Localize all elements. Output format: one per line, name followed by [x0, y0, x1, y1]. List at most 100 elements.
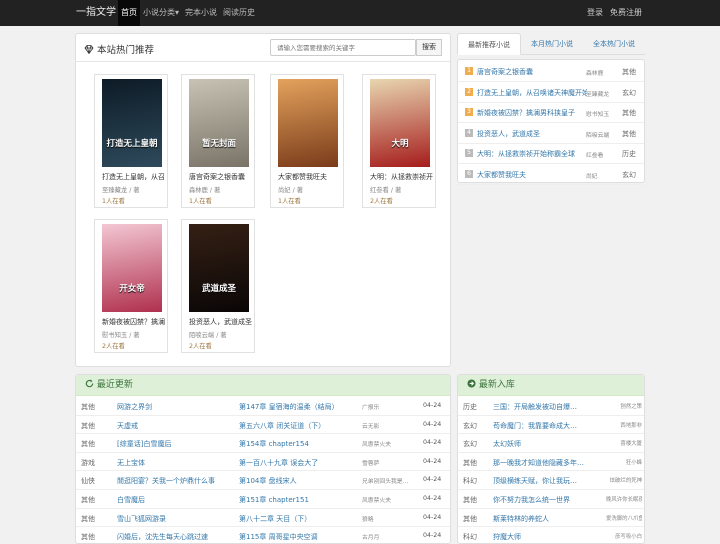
list-item: 玄幻 太幻妖师 喜楼大厦	[458, 434, 644, 453]
book-reading-count: 2人在看	[370, 198, 393, 205]
new-in-book-title[interactable]: 斯莱特林的养蛇人	[493, 514, 605, 524]
update-chapter[interactable]: 第五六八章 闭关证道（下）	[239, 421, 357, 431]
update-chapter[interactable]: 第104章 盘线宋人	[239, 476, 357, 486]
new-in-book-title[interactable]: 苟命魔门：我靠要命成大…	[493, 421, 605, 431]
new-in-author: 狂小蜂	[625, 459, 642, 466]
rank-book-author: 尚妃	[586, 173, 598, 180]
book-card[interactable]: 打造无上皇朝 打造无上皇朝，从召唤 至臻藏龙 / 著 1人在看	[94, 74, 168, 208]
book-card[interactable]: 大家都赞我旺夫 尚妃 / 著 1人在看	[270, 74, 344, 208]
search-input[interactable]	[270, 39, 416, 56]
update-date: 04-24	[423, 476, 442, 484]
update-book-title[interactable]: 白雪魔后	[117, 495, 232, 505]
tab-latest-recommend[interactable]: 最新推荐小说	[457, 33, 521, 55]
new-in-category: 科幻	[463, 533, 477, 542]
update-chapter[interactable]: 第151章 chapter151	[239, 495, 357, 505]
book-cover[interactable]: 打造无上皇朝	[102, 79, 162, 167]
register-link[interactable]: 免费注册	[610, 0, 642, 26]
new-in-book-title[interactable]: 那一晚我才知道他隐藏多年…	[493, 458, 605, 468]
tab-finished-hot[interactable]: 全本热门小说	[583, 33, 645, 55]
book-cover[interactable]: 暂无封面	[189, 79, 249, 167]
list-item: 科幻 狩魔大师 彦写吸小白	[458, 527, 644, 543]
nav-reading-history[interactable]: 阅读历史	[220, 0, 258, 26]
update-category: 其他	[81, 403, 95, 411]
rank-number-badge: 3	[465, 108, 473, 116]
update-book-title[interactable]: 无上宝体	[117, 458, 232, 468]
update-book-title[interactable]: 天虚戒	[117, 421, 232, 431]
book-title[interactable]: 大家都赞我旺夫	[278, 172, 341, 182]
table-row: 其他 网游之界剑 第147章 皇宿海的温柔（结局） 广报乐 04-24	[76, 397, 450, 416]
new-in-panel: 最新入库 历史 三国：开局触发被动自爆… 刨然之策 玄幻 苟命魔门：我靠要命成大… 西地那…	[457, 374, 645, 544]
book-card[interactable]: 开女帝 新婚夜被囚禁？擒澜 慰书知玉 / 著 2人在看	[94, 219, 168, 353]
update-book-title[interactable]: 闪婚后，沈先生每天心跳过速	[117, 532, 232, 542]
rank-book-title[interactable]: 新婚夜被囚禁？擒澜男科挟皇子	[477, 108, 575, 118]
rank-row: 5 大明：从拯救崇祯开始称霸全球 红叁看 历史	[458, 143, 644, 164]
book-cover[interactable]: 开女帝	[102, 224, 162, 312]
login-link[interactable]: 登录	[587, 0, 603, 26]
book-cover[interactable]	[278, 79, 338, 167]
update-author: 狼略	[362, 516, 374, 523]
book-author: 红叁看 / 著	[370, 187, 402, 194]
rank-book-title[interactable]: 大明：从拯救崇祯开始称霸全球	[477, 149, 575, 159]
new-in-author: 彦写吸小白	[615, 534, 642, 541]
rank-number-badge: 1	[465, 67, 473, 75]
rank-book-category: 其他	[622, 68, 636, 76]
update-category: 其他	[81, 514, 95, 523]
book-title[interactable]: 大明：从拯救崇祯开始	[370, 172, 433, 182]
new-in-book-title[interactable]: 你不努力我怎么统一世界	[493, 495, 605, 505]
book-title[interactable]: 唐宫奇案之银香囊	[189, 172, 252, 182]
update-date: 04-24	[423, 532, 442, 540]
update-book-title[interactable]: 雪山飞狐网游录	[117, 514, 232, 524]
rank-book-category: 其他	[622, 109, 636, 117]
list-item: 其他 斯莱特林的养蛇人 爱洗脚的八爪鱼	[458, 509, 644, 528]
rank-book-title[interactable]: 打造无上皇朝，从召唤诸天神魔开始	[477, 88, 587, 98]
book-cover[interactable]: 大明	[370, 79, 430, 167]
nav-home[interactable]: 首页	[118, 0, 140, 26]
new-in-book-title[interactable]: 狩魔大师	[493, 532, 605, 542]
diamond-icon	[84, 45, 94, 55]
new-in-author: 西地那非	[620, 422, 642, 429]
book-cover[interactable]: 武道成圣	[189, 224, 249, 312]
new-in-book-title[interactable]: 三国：开局触发被动自爆…	[493, 402, 605, 412]
rank-book-author: 至臻藏龙	[586, 91, 610, 98]
top-navbar: 一指文学 首页 小说分类▾ 完本小说 阅读历史 登录 免费注册	[0, 0, 720, 26]
update-chapter[interactable]: 第147章 皇宿海的温柔（结局）	[239, 402, 357, 412]
update-category: 仙侠	[81, 477, 95, 486]
book-card[interactable]: 大明大明：从拯救崇祯开始 红叁看 / 著 2人在看	[362, 74, 436, 208]
list-item: 科幻 顶级横练天赋，你让我玩… 炫破烂的死神	[458, 471, 644, 490]
nav-links: 首页 小说分类▾ 完本小说 阅读历史	[118, 0, 258, 26]
update-category: 其他	[81, 496, 95, 504]
new-in-title: 最新入库	[478, 380, 515, 390]
book-title[interactable]: 打造无上皇朝，从召唤	[102, 172, 165, 182]
rank-book-title[interactable]: 唐宫奇案之银香囊	[477, 67, 533, 77]
rank-book-title[interactable]: 大家都赞我旺夫	[477, 170, 526, 180]
update-chapter[interactable]: 第115章 周哥星中央空调	[239, 532, 357, 542]
update-date: 04-24	[423, 457, 442, 465]
table-row: 其他 雪山飞狐网游录 第八十二章 天目（下） 狼略 04-24	[76, 509, 450, 528]
update-book-title[interactable]: [综童话]白雪魔后	[117, 439, 232, 449]
update-category: 其他	[81, 440, 95, 449]
rank-number-badge: 4	[465, 128, 473, 137]
nav-categories-dropdown[interactable]: 小说分类▾	[140, 0, 182, 26]
new-in-book-title[interactable]: 顶级横练天赋，你让我玩…	[493, 476, 605, 486]
nav-finished-novels[interactable]: 完本小说	[182, 0, 220, 26]
update-chapter[interactable]: 第八十二章 天目（下）	[239, 514, 357, 524]
new-in-book-title[interactable]: 太幻妖师	[493, 439, 605, 449]
update-book-title[interactable]: 閒逛阳宴？关我一个炉鼎什么事	[117, 476, 232, 486]
book-card[interactable]: 武道成圣 投资恶人，武道成圣 陌唳云端 / 著 2人在看	[181, 219, 255, 353]
rank-tabs: 最新推荐小说 本月热门小说 全本热门小说	[457, 33, 645, 55]
book-card[interactable]: 暂无封面 唐宫奇案之银香囊 森林鹿 / 著 1人在看	[181, 74, 255, 208]
book-title[interactable]: 投资恶人，武道成圣	[189, 317, 252, 327]
update-author: 风惠禁火夫	[362, 498, 391, 504]
book-author: 慰书知玉 / 著	[102, 332, 140, 339]
rank-book-title[interactable]: 投资恶人，武道成圣	[477, 129, 540, 139]
tab-monthly-hot[interactable]: 本月热门小说	[521, 33, 583, 55]
search-button[interactable]: 搜索	[416, 39, 442, 56]
update-chapter[interactable]: 第154章 chapter154	[239, 439, 357, 449]
book-title[interactable]: 新婚夜被囚禁？擒澜	[102, 317, 165, 327]
site-logo[interactable]: 一指文学	[76, 0, 116, 26]
update-chapter[interactable]: 第一百八十九章 误会大了	[239, 458, 357, 468]
table-row: 仙侠 閒逛阳宴？关我一个炉鼎什么事 第104章 盘线宋人 兄弟别回头我是… 04-24	[76, 471, 450, 490]
rank-number-badge: 2	[465, 87, 473, 96]
update-book-title[interactable]: 网游之界剑	[117, 402, 232, 412]
book-cover-title: 打造无上皇朝	[106, 139, 158, 149]
